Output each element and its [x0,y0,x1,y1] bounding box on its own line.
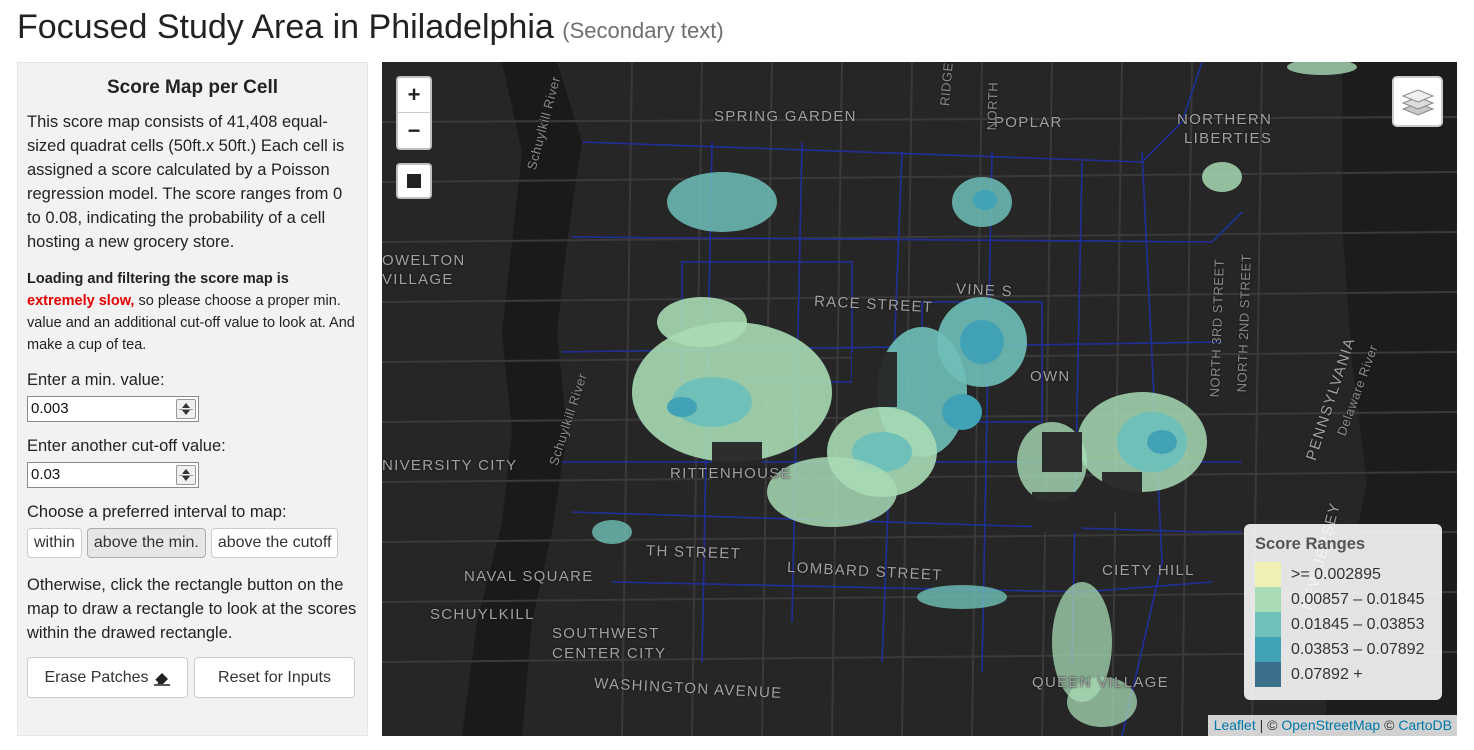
label-southwest: SOUTHWEST [552,625,660,642]
reset-inputs-button[interactable]: Reset for Inputs [194,657,355,698]
cartodb-link[interactable]: CartoDB [1398,717,1452,733]
legend-label: 0.01845 – 0.03853 [1291,615,1425,633]
legend-label: 0.00857 – 0.01845 [1291,590,1425,608]
attribution-sep-2: © [1380,717,1399,733]
page-subtitle: (Secondary text) [562,18,724,43]
draw-rectangle-button[interactable] [396,163,432,199]
min-value-input[interactable]: 0.003 [27,396,199,422]
sidebar-title: Score Map per Cell [106,77,279,98]
cutoff-value-label: Enter another cut-off value: [27,437,226,455]
zoom-control: + − [396,76,432,150]
legend-item: >= 0.002895 [1255,562,1432,587]
label-university-city: NIVERSITY CITY [382,457,518,474]
legend-item: 0.03853 – 0.07892 [1255,637,1432,662]
page-header: Focused Study Area in Philadelphia (Seco… [17,8,724,47]
legend-label: >= 0.002895 [1291,565,1381,583]
legend-item: 0.00857 – 0.01845 [1255,587,1432,612]
label-village: VILLAGE [382,271,454,288]
label-own: OWN [1030,368,1071,385]
label-street-partial: TH STREET [645,542,742,563]
label-north: NORTH [983,81,1001,131]
map-container[interactable]: SPRING GARDEN POPLAR NORTHERN LIBERTIES … [382,62,1457,736]
interval-label: Choose a preferred interval to map: [27,503,287,521]
interval-button-group: within above the min. above the cutoff [27,528,358,558]
map-attribution: Leaflet | © OpenStreetMap © CartoDB [1207,715,1457,736]
loading-warning: Loading and filtering the score map is ex… [27,268,358,356]
legend-item: 0.07892 + [1255,662,1432,687]
erase-patches-button[interactable]: Erase Patches [27,657,188,698]
label-queen-village: QUEEN VILLAGE [1032,674,1169,691]
square-icon [407,174,421,188]
cutoff-value-spinner[interactable] [176,465,196,485]
label-liberties: LIBERTIES [1184,130,1273,147]
interval-above-min-button[interactable]: above the min. [86,528,206,558]
legend-swatch [1255,612,1281,637]
legend-swatch [1255,587,1281,612]
legend-swatch [1255,662,1281,687]
action-row: Erase Patches Reset for Inputs [27,657,358,698]
attribution-sep-1: | © [1255,717,1282,733]
min-value-label: Enter a min. value: [27,371,165,389]
legend-swatch [1255,637,1281,662]
label-rittenhouse: RITTENHOUSE [670,465,792,482]
cutoff-value-text: 0.03 [31,466,61,483]
eraser-icon [153,672,170,686]
leaflet-link[interactable]: Leaflet [1214,717,1256,733]
sidebar-panel: Score Map per Cell This score map consis… [17,62,368,736]
label-schuylkill: SCHUYLKILL [430,606,535,623]
score-legend: Score Ranges >= 0.002895 0.00857 – 0.018… [1244,524,1442,700]
legend-item: 0.01845 – 0.03853 [1255,612,1432,637]
warning-red: extremely slow, [27,293,135,309]
zoom-out-button[interactable]: − [398,113,430,148]
label-vine-street: VINE S [955,280,1014,301]
score-map-description: This score map consists of 41,408 equal-… [27,113,345,251]
rectangle-instructions: Otherwise, click the rectangle button on… [27,576,357,642]
label-spring-garden: SPRING GARDEN [714,108,857,125]
label-northern: NORTHERN [1177,111,1273,128]
openstreetmap-link[interactable]: OpenStreetMap [1281,717,1380,733]
label-naval-square: NAVAL SQUARE [464,568,594,585]
layers-button[interactable] [1392,76,1443,127]
interval-above-cutoff-button[interactable]: above the cutoff [210,528,339,558]
page-title: Focused Study Area in Philadelphia [17,8,554,46]
zoom-in-button[interactable]: + [398,78,430,113]
min-value-text: 0.003 [31,400,69,417]
legend-label: 0.03853 – 0.07892 [1291,640,1425,658]
warning-bold: Loading and filtering the score map is [27,271,289,287]
interval-within-button[interactable]: within [27,528,82,558]
legend-title: Score Ranges [1255,535,1366,553]
label-poplar: POPLAR [994,114,1063,131]
legend-swatch [1255,562,1281,587]
label-society-hill: CIETY HILL [1102,562,1195,579]
label-center-city: CENTER CITY [552,645,667,662]
legend-label: 0.07892 + [1291,665,1363,683]
min-value-spinner[interactable] [176,399,196,419]
cutoff-value-input[interactable]: 0.03 [27,462,199,488]
layers-icon [1401,88,1434,116]
erase-patches-label: Erase Patches [44,668,149,686]
label-owelton: OWELTON [382,252,466,269]
